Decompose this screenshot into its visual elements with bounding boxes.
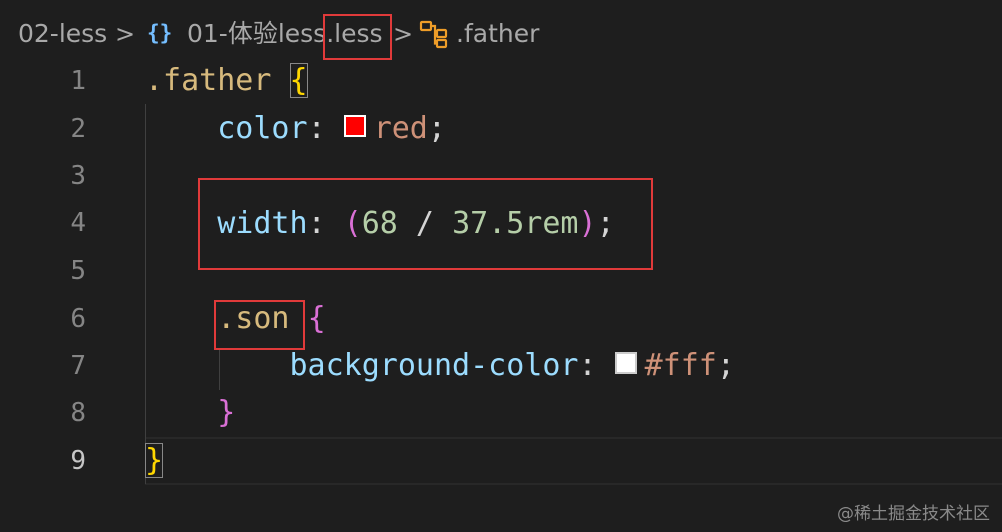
breadcrumb-separator: >: [393, 20, 414, 48]
value-red: red: [373, 111, 428, 146]
watermark: @稀土掘金技术社区: [837, 504, 990, 524]
code-line-2[interactable]: color: red;: [145, 109, 446, 149]
breadcrumb-separator: >: [115, 20, 136, 48]
open-brace: {: [307, 301, 326, 336]
code-editor[interactable]: 02-less > {} 01-体验less.less > .father 1 …: [0, 0, 1002, 532]
line-number: 6: [70, 304, 86, 334]
line-number: 7: [70, 351, 86, 381]
current-line-highlight: [145, 437, 1002, 485]
property-background-color: background-color: [289, 348, 579, 383]
breadcrumb-folder[interactable]: 02-less: [18, 18, 107, 50]
line-number: 3: [70, 161, 86, 191]
line-number: 2: [70, 114, 86, 144]
annotation-box-son-selector: [214, 300, 305, 350]
selector-father: .father: [145, 63, 272, 98]
close-brace: }: [145, 443, 164, 478]
breadcrumb-symbol[interactable]: .father: [456, 18, 539, 50]
line-number: 5: [70, 256, 86, 286]
code-line-8[interactable]: }: [145, 393, 235, 433]
code-line-9[interactable]: }: [145, 441, 164, 481]
color-swatch-red[interactable]: [343, 115, 366, 137]
open-brace: {: [289, 63, 308, 98]
semicolon: ;: [716, 348, 735, 383]
annotation-box-width-rule: [198, 178, 653, 270]
colon: :: [578, 348, 615, 383]
breadcrumb: 02-less > {} 01-体验less.less > .father: [0, 0, 1002, 66]
color-swatch-white[interactable]: [614, 352, 637, 374]
colon: :: [307, 111, 344, 146]
line-number: 4: [70, 208, 86, 238]
code-line-7[interactable]: background-color: #fff;: [145, 346, 735, 386]
code-line-1[interactable]: .father {: [145, 61, 308, 101]
braces-icon: {}: [147, 21, 173, 45]
annotation-box-less-extension: [323, 14, 392, 60]
symbol-class-icon: [419, 20, 448, 49]
close-brace: }: [217, 395, 236, 430]
value-fff: #fff: [644, 348, 717, 383]
line-number-active: 9: [70, 446, 86, 476]
line-number: 1: [70, 66, 86, 96]
semicolon: ;: [427, 111, 446, 146]
line-number: 8: [70, 398, 86, 428]
property-color: color: [217, 111, 308, 146]
